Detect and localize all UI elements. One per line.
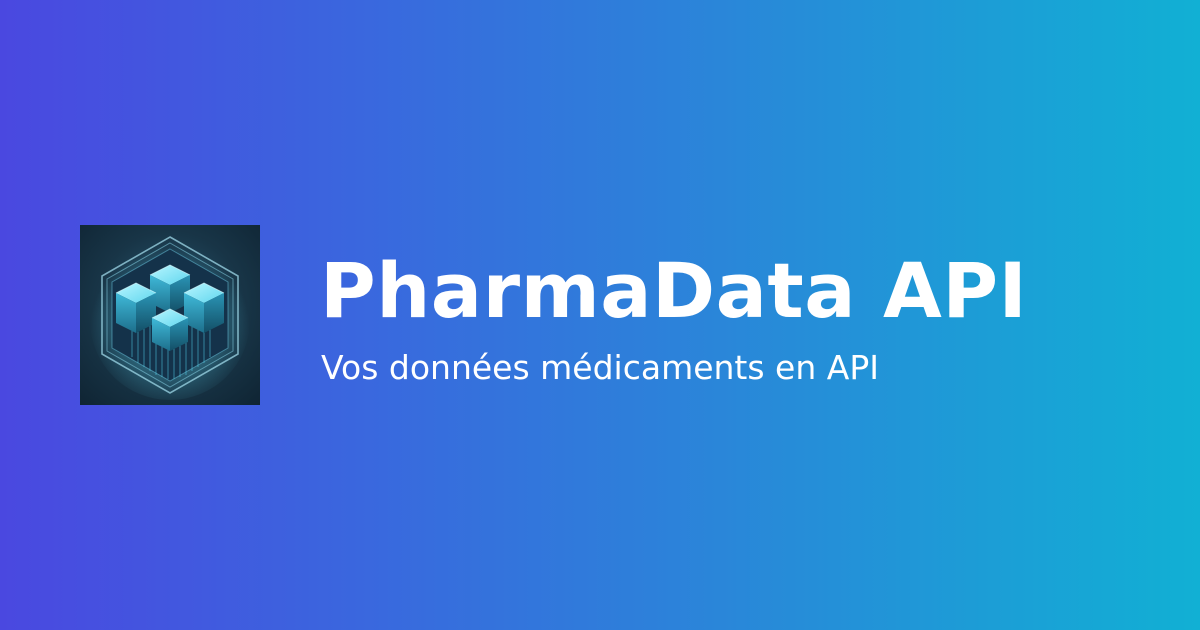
brand-tagline: Vos données médicaments en API (321, 348, 879, 387)
hexagon-data-cubes-icon (90, 236, 250, 400)
brand-title: PharmaData API (320, 246, 1028, 335)
pharmadata-logo (80, 225, 260, 405)
social-banner: PharmaData API Vos données médicaments e… (0, 0, 1200, 630)
